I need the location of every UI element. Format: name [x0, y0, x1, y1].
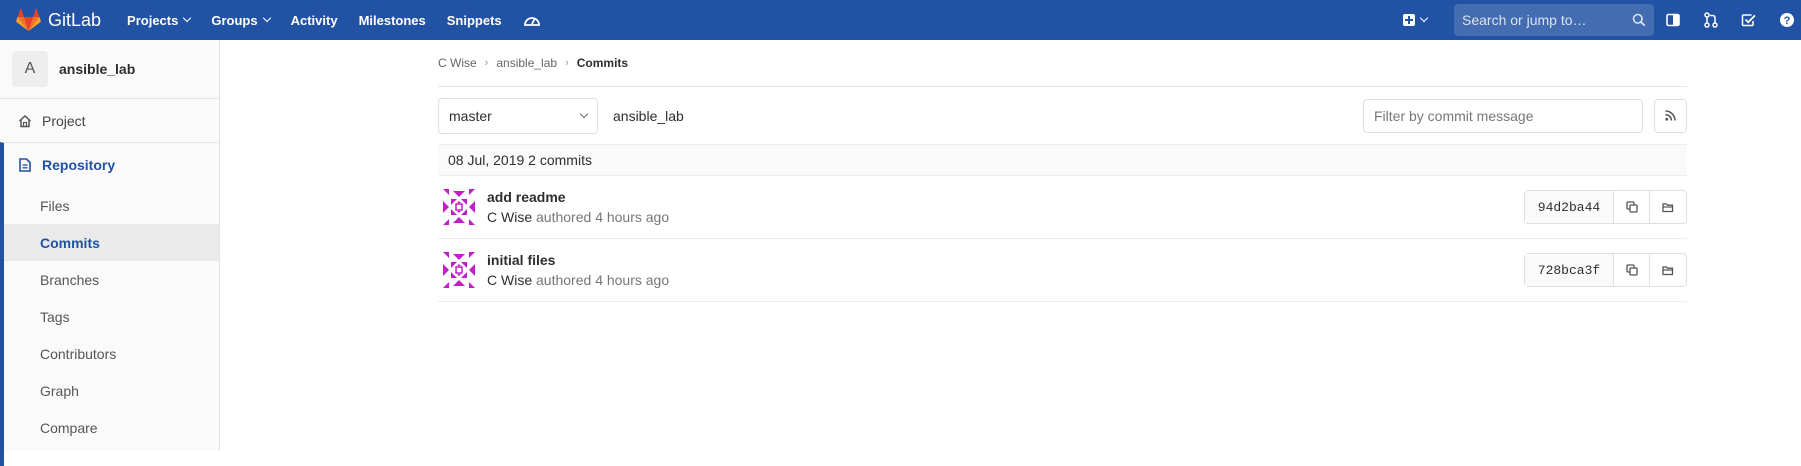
commit-author-link[interactable]: C Wise [487, 272, 532, 288]
branch-select-dropdown[interactable]: master [438, 97, 598, 134]
sidebar-toggle-button[interactable] [1654, 5, 1692, 35]
nav-links: Projects Groups Activity Milestones Snip… [127, 0, 562, 40]
sidebar-item-graph[interactable]: Graph [4, 372, 219, 409]
nav-activity-link[interactable]: Activity [291, 13, 338, 28]
nav-snippets-link[interactable]: Snippets [447, 13, 502, 28]
search-placeholder: Search or jump to… [1462, 12, 1587, 28]
commit-day-header: 08 Jul, 2019 2 commits [438, 144, 1687, 176]
main-content: C Wise › ansible_lab › Commits master an… [438, 40, 1687, 302]
chevron-down-icon [183, 13, 192, 23]
search-icon [1632, 13, 1646, 27]
copy-icon [1625, 201, 1638, 213]
new-item-dropdown[interactable] [1403, 5, 1441, 35]
commits-toolbar: master ansible_lab [438, 87, 1687, 144]
svg-text:?: ? [1784, 15, 1791, 27]
top-navbar: GitLab Projects Groups Activity Mileston… [0, 0, 1801, 40]
commit-meta: C Wise authored 4 hours ago [487, 209, 669, 225]
browse-files-button[interactable] [1650, 254, 1686, 286]
branch-select-value: master [449, 107, 492, 124]
identicon-avatar[interactable] [439, 250, 479, 290]
help-icon: ? [1780, 13, 1794, 27]
sidebar-item-repository[interactable]: Repository [4, 143, 219, 187]
commit-sha-group: 728bca3f [1524, 253, 1687, 287]
nav-milestones-link[interactable]: Milestones [359, 13, 426, 28]
nav-projects-label: Projects [127, 12, 179, 28]
chevron-right-icon: › [565, 57, 569, 69]
repository-path[interactable]: ansible_lab [613, 108, 684, 124]
nav-groups-label: Groups [211, 12, 258, 28]
help-button[interactable]: ? [1768, 5, 1801, 35]
merge-requests-button[interactable] [1692, 5, 1730, 35]
project-avatar: A [12, 51, 48, 87]
rss-icon [1665, 110, 1676, 121]
commit-info: add readme C Wise authored 4 hours ago [487, 189, 669, 225]
breadcrumb-current[interactable]: Commits [577, 56, 628, 70]
folder-open-icon [1662, 202, 1674, 212]
todos-button[interactable] [1730, 5, 1768, 35]
sidebar-item-project[interactable]: Project [0, 98, 219, 142]
sidebar-item-files[interactable]: Files [4, 187, 219, 224]
sidebar-item-contributors[interactable]: Contributors [4, 335, 219, 372]
commit-authored-label: authored [536, 272, 592, 288]
commit-title-link[interactable]: add readme [487, 189, 669, 205]
chevron-down-icon [579, 109, 589, 119]
commit-sha-link[interactable]: 94d2ba44 [1525, 191, 1614, 223]
breadcrumb: C Wise › ansible_lab › Commits [438, 40, 1687, 87]
sidebar-item-compare[interactable]: Compare [4, 409, 219, 446]
commit-row: initial files C Wise authored 4 hours ag… [438, 239, 1687, 302]
browse-files-button[interactable] [1650, 191, 1686, 223]
sidebar-item-tags[interactable]: Tags [4, 298, 219, 335]
dashboard-gauge-icon [523, 17, 540, 26]
nav-projects-dropdown[interactable]: Projects [127, 12, 192, 28]
sidebar-project-header[interactable]: A ansible_lab [0, 40, 219, 98]
identicon-avatar[interactable] [439, 187, 479, 227]
commit-time: 4 hours ago [595, 272, 670, 288]
commit-info: initial files C Wise authored 4 hours ag… [487, 252, 669, 288]
project-name: ansible_lab [59, 61, 136, 77]
filter-commit-input[interactable] [1363, 98, 1643, 133]
commit-author-link[interactable]: C Wise [487, 209, 532, 225]
nav-groups-dropdown[interactable]: Groups [211, 12, 271, 28]
sidebar-item-branches[interactable]: Branches [4, 261, 219, 298]
sidebar-repository-section: Repository Files Commits Branches Tags C… [0, 142, 219, 466]
gitlab-logo-icon [16, 8, 41, 31]
copy-sha-button[interactable] [1614, 191, 1650, 223]
folder-open-icon [1662, 265, 1674, 275]
document-icon [16, 156, 34, 174]
commits-feed-button[interactable] [1654, 98, 1687, 133]
copy-sha-button[interactable] [1614, 254, 1650, 286]
brand-name: GitLab [48, 9, 102, 30]
sidebar-item-label: Repository [42, 157, 116, 173]
sidebar-item-label: Project [42, 112, 86, 129]
sidebar-icon [1666, 13, 1680, 27]
sidebar-item-commits[interactable]: Commits [4, 224, 219, 261]
commit-title-link[interactable]: initial files [487, 252, 669, 268]
commit-time: 4 hours ago [595, 209, 670, 225]
merge-request-icon [1704, 12, 1718, 28]
breadcrumb-link-project[interactable]: ansible_lab [496, 56, 557, 70]
nav-right: Search or jump to… ? [1403, 0, 1801, 40]
chevron-down-icon [262, 13, 271, 23]
todo-check-icon [1741, 14, 1756, 27]
chevron-right-icon: › [484, 57, 489, 69]
copy-icon [1625, 264, 1638, 276]
plus-icon [1403, 14, 1415, 26]
search-input[interactable]: Search or jump to… [1454, 4, 1654, 36]
commit-sha-group: 94d2ba44 [1524, 190, 1687, 224]
commit-authored-label: authored [536, 209, 592, 225]
performance-bar-button[interactable] [523, 12, 541, 28]
commit-sha-link[interactable]: 728bca3f [1525, 254, 1614, 286]
breadcrumb-link-namespace[interactable]: C Wise [438, 56, 477, 70]
commit-row: add readme C Wise authored 4 hours ago 9… [438, 176, 1687, 239]
project-sidebar: A ansible_lab Project Repository Files C… [0, 40, 220, 466]
commit-meta: C Wise authored 4 hours ago [487, 272, 669, 288]
home-icon [16, 112, 34, 130]
gitlab-home-link[interactable]: GitLab [16, 0, 101, 40]
chevron-down-icon [1419, 13, 1429, 23]
